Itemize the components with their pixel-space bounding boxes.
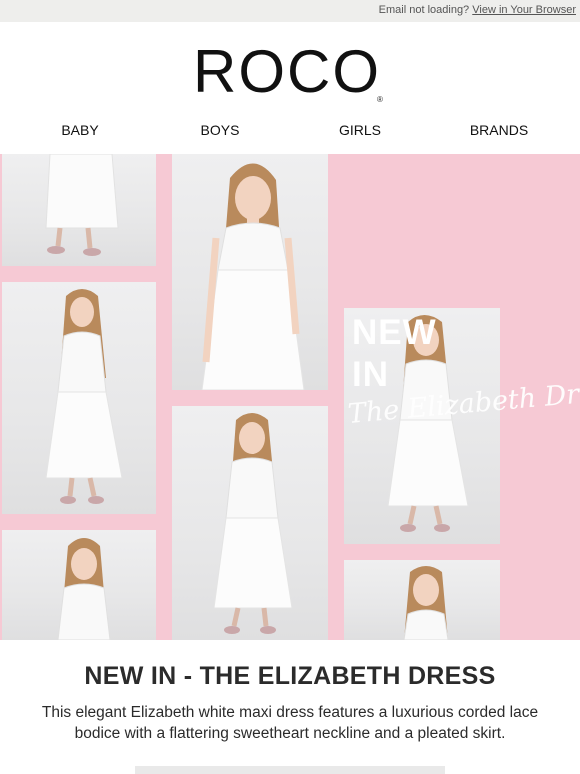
email-notice: Email not loading? View in Your Browser (379, 4, 576, 16)
brand-logo[interactable]: ROCO® (0, 38, 580, 105)
nav-item-brands[interactable]: BRANDS (439, 122, 559, 138)
section-headline: NEW IN - THE ELIZABETH DRESS (84, 662, 496, 690)
hero-banner[interactable]: NEW IN The Elizabeth Dress (0, 154, 580, 640)
top-bar: Email not loading? View in Your Browser (0, 0, 580, 22)
product-photo-1[interactable] (2, 154, 156, 266)
dress-photo-graphic (213, 413, 293, 634)
product-photo-3[interactable] (2, 282, 156, 514)
main-navigation: BABY BOYS GIRLS BRANDS (0, 122, 580, 144)
dress-photo-graphic (45, 289, 123, 504)
product-photo-6[interactable] (2, 530, 156, 640)
view-in-browser-link[interactable]: View in Your Browser (472, 4, 576, 16)
dress-photo-graphic (57, 538, 111, 640)
hero-title-line1: NEW (352, 313, 437, 352)
hero-title: NEW IN (352, 312, 437, 396)
nav-item-baby[interactable]: BABY (20, 122, 140, 138)
product-photo-7[interactable] (344, 560, 500, 640)
logo-registered-mark: ® (377, 95, 383, 104)
nav-item-girls[interactable]: GIRLS (300, 122, 420, 138)
hero-title-line2: IN (352, 355, 389, 394)
nav-item-boys[interactable]: BOYS (160, 122, 280, 138)
product-photo-2[interactable] (172, 154, 328, 390)
dress-photo-graphic (45, 154, 119, 256)
shop-now-button[interactable] (135, 766, 445, 774)
dress-photo-graphic (201, 163, 305, 390)
product-photo-5[interactable] (172, 406, 328, 640)
email-notice-text: Email not loading? (378, 4, 470, 16)
product-description: This elegant Elizabeth white maxi dress … (41, 704, 539, 742)
dress-photo-graphic (403, 566, 449, 640)
logo-wordmark: ROCO (193, 38, 382, 105)
